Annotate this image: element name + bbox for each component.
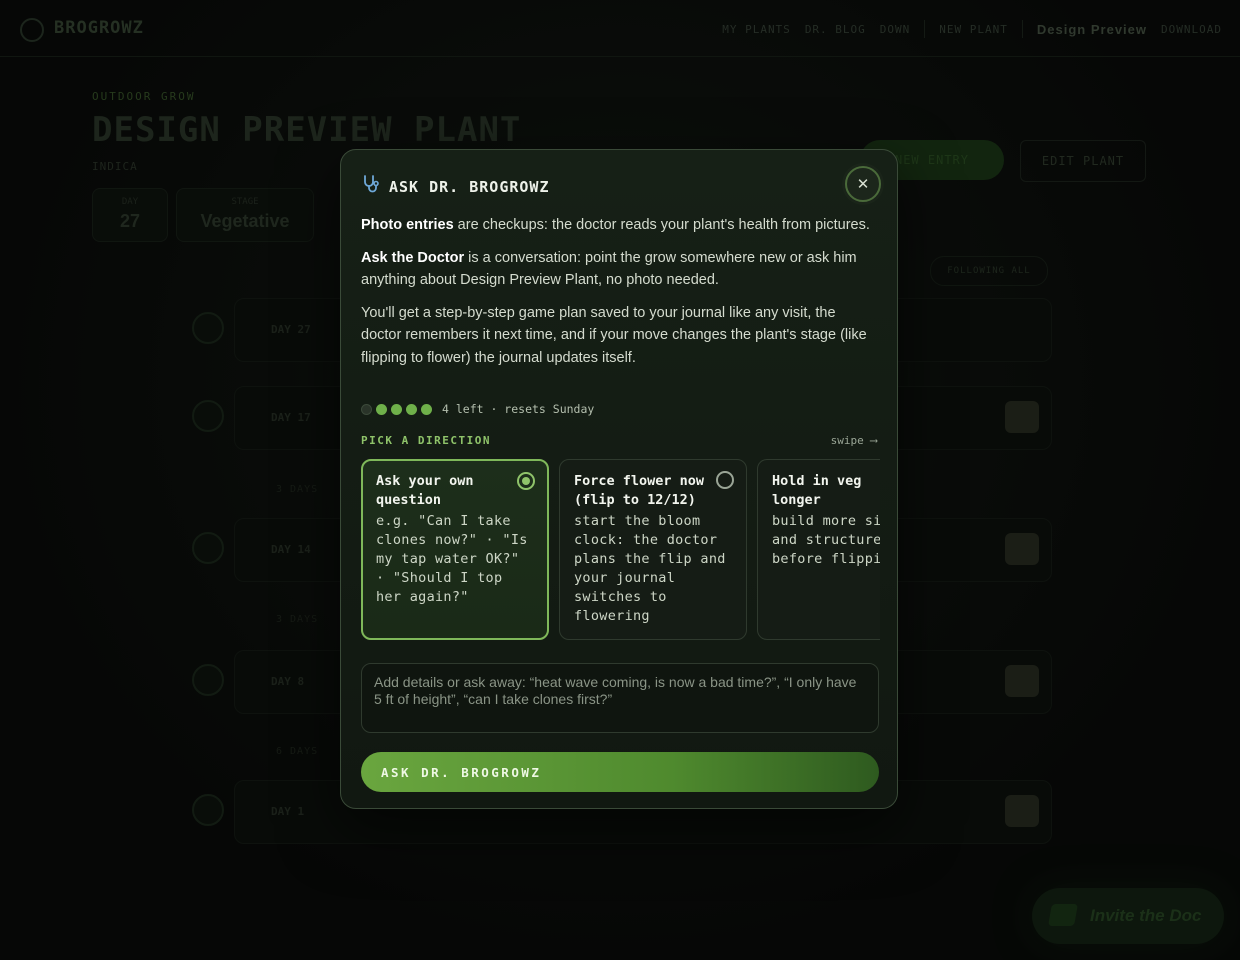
radio-selected[interactable] — [517, 472, 535, 490]
term-photo-entries: Photo entries — [361, 217, 454, 233]
quota-dot-used — [361, 403, 372, 415]
option-title: Ask your own question — [376, 473, 474, 508]
modal-description: Photo entries are checkups: the doctor r… — [361, 214, 879, 379]
quota-dot — [391, 403, 402, 415]
modal-header: ASK DR. BROGROWZ — [361, 174, 550, 199]
intro-game-plan: You'll get a step-by-step game plan save… — [361, 304, 867, 366]
option-title: Hold in veg longer — [772, 473, 862, 508]
intro-photo-entries: Photo entries are checkups: the doctor r… — [361, 214, 879, 237]
swipe-hint: swipe ⟶ — [830, 434, 877, 447]
modal-title: ASK DR. BROGROWZ — [389, 177, 550, 196]
quota-indicator: 4 left · resets Sunday — [361, 402, 594, 416]
option-card-own-question[interactable]: Ask your own question e.g. "Can I take c… — [361, 459, 549, 640]
close-icon: ✕ — [856, 176, 870, 193]
close-button[interactable]: ✕ — [845, 166, 881, 202]
details-input[interactable] — [361, 663, 879, 733]
pick-direction-label: PICK A DIRECTION — [361, 434, 491, 447]
quota-dot — [421, 403, 432, 415]
option-title: Force flower now (flip to 12/12) — [574, 473, 705, 508]
radio-unselected[interactable] — [716, 471, 734, 489]
quota-dot — [406, 403, 417, 415]
option-desc: e.g. "Can I take clones now?" · "Is my t… — [376, 513, 528, 605]
direction-carousel[interactable]: Ask your own question e.g. "Can I take c… — [361, 459, 880, 641]
quota-dot — [376, 403, 387, 415]
quota-text: 4 left · resets Sunday — [442, 402, 595, 416]
ask-doctor-modal: ASK DR. BROGROWZ ✕ Photo entries are che… — [340, 149, 898, 809]
option-desc: build more size and structure before fli… — [772, 513, 880, 567]
option-card-force-flower[interactable]: Force flower now (flip to 12/12) start t… — [559, 459, 747, 640]
intro-ask-doctor: Ask the Doctor is a conversation: point … — [361, 247, 879, 292]
option-card-hold-veg[interactable]: Hold in veg longer build more size and s… — [757, 459, 880, 640]
ask-doctor-button[interactable]: ASK DR. BROGROWZ — [361, 752, 879, 792]
term-ask-doctor: Ask the Doctor — [361, 249, 465, 266]
intro-text: are checkups: the doctor reads your plan… — [453, 217, 870, 233]
option-desc: start the bloom clock: the doctor plans … — [574, 513, 726, 624]
stethoscope-icon — [361, 174, 381, 199]
